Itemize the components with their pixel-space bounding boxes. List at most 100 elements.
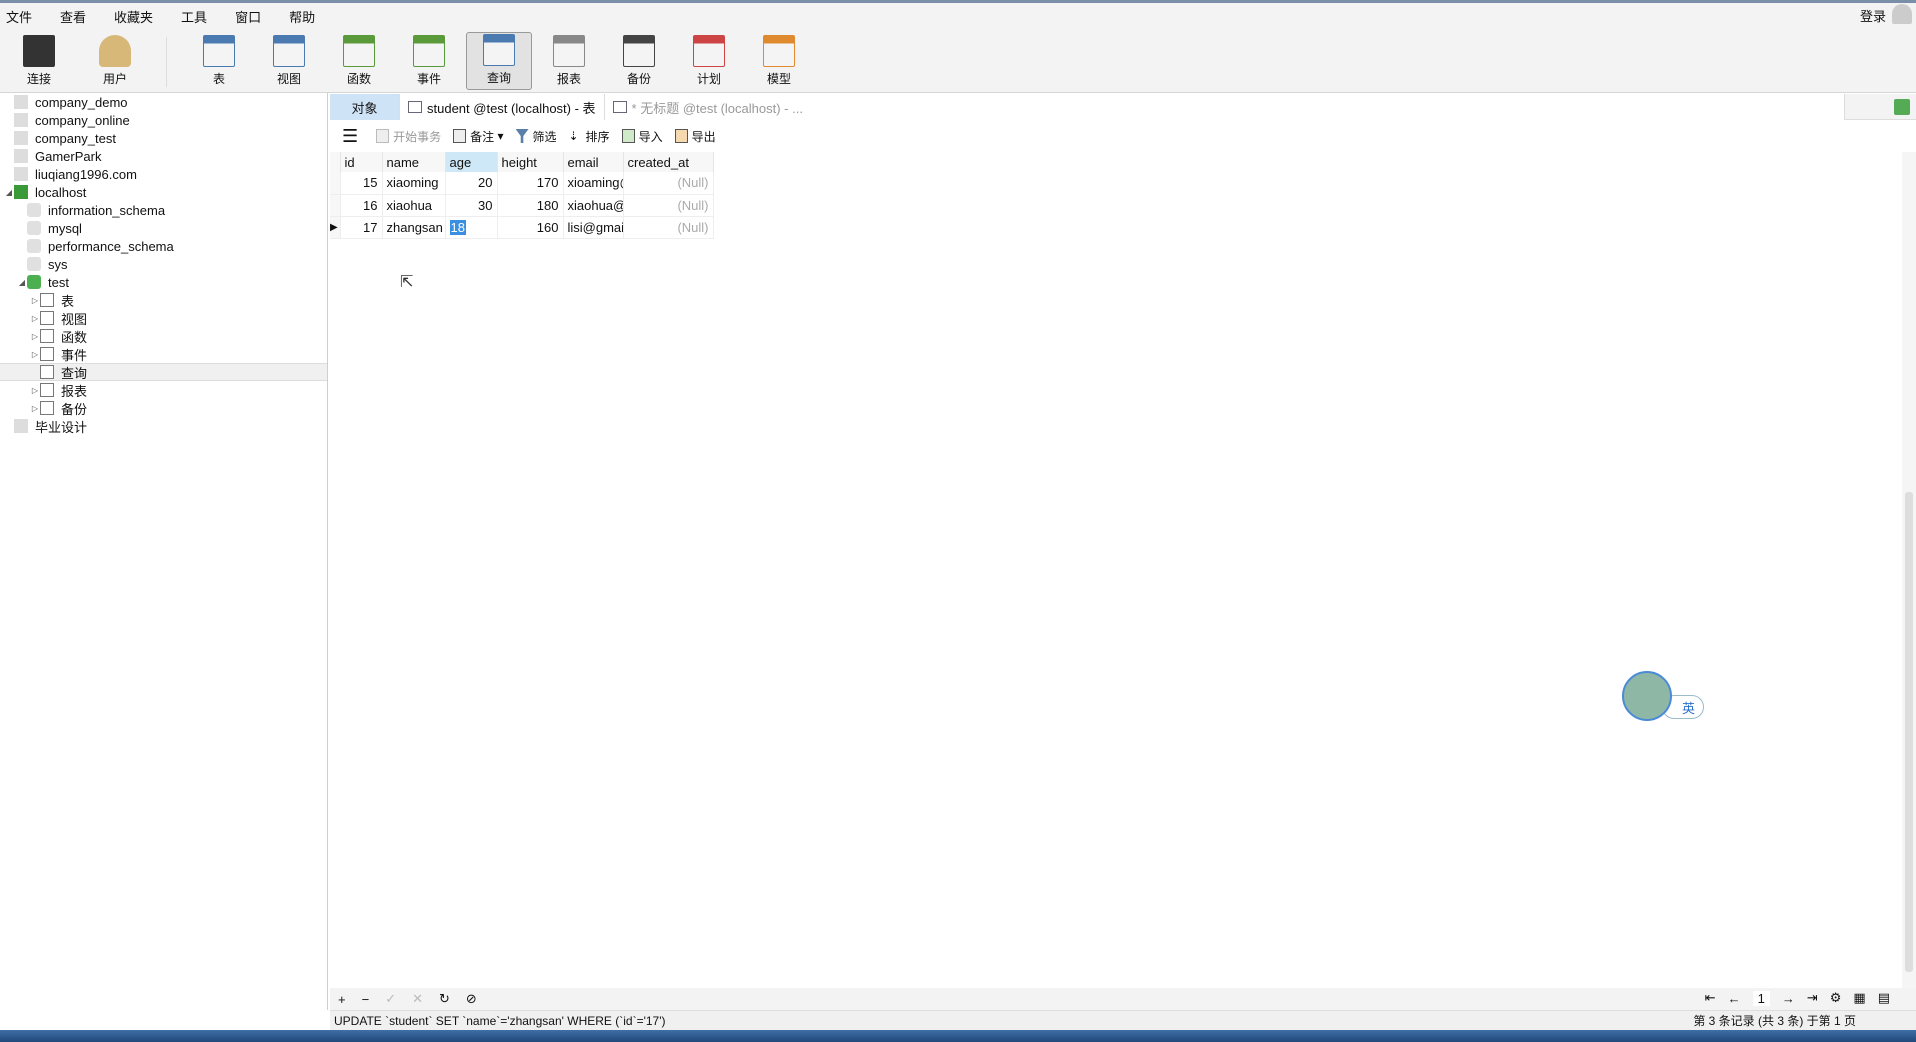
tree-node[interactable]: ◢ localhost: [0, 183, 327, 201]
cell-created_at[interactable]: (Null): [623, 216, 714, 239]
menu-item[interactable]: 工具: [181, 7, 207, 26]
tree-node[interactable]: company_online: [0, 111, 327, 129]
tree-node[interactable]: ▷ 视图: [0, 309, 327, 327]
toolbar-button-user[interactable]: 用户: [82, 32, 148, 90]
toolbar-button-backup[interactable]: 备份: [606, 32, 672, 90]
toolbar-button-report[interactable]: 报表: [536, 32, 602, 90]
sort-button[interactable]: ⇣ 排序: [569, 128, 610, 145]
row-marker[interactable]: ▶: [330, 216, 341, 239]
toolbar-button-view[interactable]: 视图: [256, 32, 322, 90]
tab-student-table[interactable]: student @test (localhost) - 表: [400, 94, 605, 120]
cell-name[interactable]: zhangsan: [382, 216, 446, 239]
cell-age[interactable]: 20: [445, 172, 498, 195]
discard-icon[interactable]: ✕: [412, 991, 423, 1007]
tab-objects[interactable]: 对象: [330, 94, 400, 120]
grid-view-icon[interactable]: ▦: [1853, 990, 1865, 1006]
stop-icon[interactable]: ⊘: [466, 991, 477, 1007]
cell-height[interactable]: 170: [497, 172, 564, 195]
login-link[interactable]: 登录: [1860, 6, 1886, 25]
cell-name[interactable]: xiaohua: [382, 194, 446, 217]
toolbar-button-query[interactable]: 查询: [466, 32, 532, 90]
new-tab-icon[interactable]: [1894, 99, 1910, 115]
tree-node[interactable]: information_schema: [0, 201, 327, 219]
tree-node[interactable]: mysql: [0, 219, 327, 237]
cell-age[interactable]: 18: [445, 216, 498, 239]
collapsed-arrow-icon[interactable]: ▷: [30, 386, 40, 395]
first-page-icon[interactable]: ⇤: [1705, 990, 1716, 1006]
tree-node[interactable]: sys: [0, 255, 327, 273]
tree-node[interactable]: 毕业设计: [0, 417, 327, 435]
add-record-icon[interactable]: +: [338, 992, 346, 1007]
toolbar-button-table[interactable]: 表: [186, 32, 252, 90]
menu-item[interactable]: 文件: [6, 7, 32, 26]
toolbar-button-schedule[interactable]: 计划: [676, 32, 742, 90]
cell-created_at[interactable]: (Null): [623, 194, 714, 217]
tree-node[interactable]: ▷ 报表: [0, 381, 327, 399]
expanded-arrow-icon[interactable]: ◢: [17, 278, 27, 287]
cell-email[interactable]: lisi@gmail: [563, 216, 624, 239]
tree-node[interactable]: ▷ 函数: [0, 327, 327, 345]
cell-email[interactable]: xioaming@: [563, 172, 624, 195]
table-row[interactable]: 16 xiaohua 30 180 xiaohua@ (Null): [330, 194, 714, 217]
cell-name[interactable]: xiaoming: [382, 172, 446, 195]
cell-email[interactable]: xiaohua@: [563, 194, 624, 217]
begin-transaction-button[interactable]: 开始事务: [376, 128, 441, 145]
tree-node[interactable]: ▷ 备份: [0, 399, 327, 417]
collapsed-arrow-icon[interactable]: ▷: [30, 404, 40, 413]
cell-created_at[interactable]: (Null): [623, 172, 714, 195]
tree-node[interactable]: ▷ 事件: [0, 345, 327, 363]
cell-id[interactable]: 15: [340, 172, 383, 195]
expanded-arrow-icon[interactable]: ◢: [4, 188, 14, 197]
column-header-age[interactable]: age: [445, 152, 498, 172]
tree-node[interactable]: ▷ 表: [0, 291, 327, 309]
tree-node[interactable]: company_demo: [0, 93, 327, 111]
tree-node[interactable]: GamerPark: [0, 147, 327, 165]
tab-untitled-query[interactable]: * 无标题 @test (localhost) - ...: [604, 94, 1845, 120]
toolbar-button-event[interactable]: 事件: [396, 32, 462, 90]
form-view-icon[interactable]: ▤: [1878, 990, 1890, 1006]
cell-id[interactable]: 17: [340, 216, 383, 239]
cell-age[interactable]: 30: [445, 194, 498, 217]
tree-node[interactable]: liuqiang1996.com: [0, 165, 327, 183]
collapsed-arrow-icon[interactable]: ▷: [30, 332, 40, 341]
prev-page-icon[interactable]: ←: [1728, 991, 1741, 1006]
ime-floating-widget[interactable]: 英: [1622, 671, 1706, 723]
toolbar-button-connection[interactable]: 连接: [6, 32, 72, 90]
import-button[interactable]: 导入: [621, 128, 663, 145]
cell-height[interactable]: 160: [497, 216, 564, 239]
toolbar-button-function[interactable]: 函数: [326, 32, 392, 90]
next-page-icon[interactable]: →: [1782, 991, 1795, 1006]
menu-item[interactable]: 收藏夹: [114, 7, 153, 26]
table-row[interactable]: 15xiaoming20170xioaming@(Null): [330, 172, 714, 195]
row-marker[interactable]: [330, 194, 341, 217]
cell-id[interactable]: 16: [340, 194, 383, 217]
assistant-avatar[interactable]: [1622, 671, 1672, 721]
page-number[interactable]: 1: [1752, 990, 1770, 1006]
column-header-created_at[interactable]: created_at: [623, 152, 714, 172]
column-header-id[interactable]: id: [340, 152, 383, 172]
memo-button[interactable]: 备注 ▾: [453, 128, 504, 145]
delete-record-icon[interactable]: −: [362, 992, 370, 1007]
tree-node[interactable]: ◢ test: [0, 273, 327, 291]
tree-node[interactable]: performance_schema: [0, 237, 327, 255]
menu-item[interactable]: 帮助: [289, 7, 315, 26]
menu-item[interactable]: 查看: [60, 7, 86, 26]
column-header-height[interactable]: height: [497, 152, 564, 172]
collapsed-arrow-icon[interactable]: ▷: [30, 314, 40, 323]
settings-icon[interactable]: ⚙: [1830, 990, 1842, 1006]
export-button[interactable]: 导出: [674, 128, 716, 145]
apply-icon[interactable]: ✓: [385, 991, 396, 1007]
column-header-name[interactable]: name: [382, 152, 446, 172]
vertical-scrollbar[interactable]: [1902, 152, 1916, 988]
cell-height[interactable]: 180: [497, 194, 564, 217]
toolbar-button-model[interactable]: 模型: [746, 32, 812, 90]
cell-editor[interactable]: 18: [449, 219, 466, 235]
menu-icon[interactable]: ☰: [342, 126, 358, 147]
last-page-icon[interactable]: ⇥: [1807, 990, 1818, 1006]
filter-button[interactable]: 筛选: [515, 128, 557, 145]
tree-node[interactable]: company_test: [0, 129, 327, 147]
column-header-email[interactable]: email: [563, 152, 624, 172]
row-marker[interactable]: [330, 172, 341, 195]
collapsed-arrow-icon[interactable]: ▷: [30, 296, 40, 305]
tree-node[interactable]: 查询: [0, 363, 327, 381]
